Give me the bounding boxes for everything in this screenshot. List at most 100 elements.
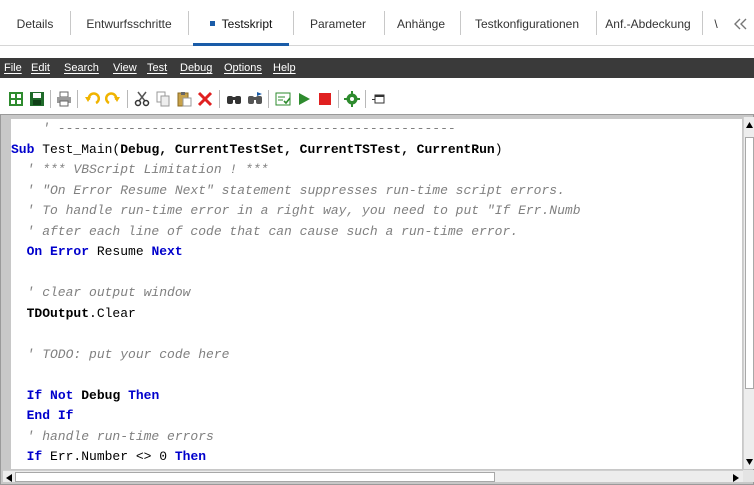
code-line[interactable]: If Err.Number <> 0 Then (11, 447, 742, 468)
code-token: 0 (159, 449, 168, 464)
menu-help[interactable]: Help (273, 58, 296, 78)
toolbar (0, 84, 754, 114)
code-token: Debug (81, 387, 121, 403)
tab-label: Entwurfsschritte (86, 17, 172, 31)
code-line[interactable]: ' handle run-time errors (11, 427, 742, 448)
code-token: Next (151, 244, 183, 259)
window-icon[interactable] (371, 91, 387, 107)
code-token: ' handle run-time errors (11, 428, 214, 444)
chevron-double-icon[interactable] (732, 13, 752, 35)
script-editor: ' --------------------------------------… (0, 114, 754, 485)
syntax-check-icon[interactable] (275, 91, 291, 107)
code-token: ' TODO: put your code here (11, 346, 230, 362)
code-line[interactable]: TDOutput.Print "Run-time error [" & Err.… (11, 468, 742, 470)
code-line[interactable]: ' --------------------------------------… (11, 119, 742, 140)
code-line[interactable]: End If (11, 406, 742, 427)
scroll-right-icon[interactable] (731, 472, 741, 482)
code-token: End If (26, 408, 74, 423)
tab-divider (188, 11, 189, 35)
tab-label: Testkonfigurationen (474, 17, 580, 31)
code-line[interactable]: If Not Debug Then (11, 386, 742, 407)
tab-testkonfigurationen[interactable]: Testkonfigurationen (466, 13, 588, 35)
tab-details[interactable]: Details (8, 13, 62, 35)
code-line[interactable]: Sub Test_Main(Debug, CurrentTestSet, Cur… (11, 140, 742, 161)
find-icon[interactable] (226, 91, 242, 107)
active-tab-underline (193, 43, 289, 46)
menu-debug[interactable]: Debug (180, 58, 212, 78)
scroll-up-icon[interactable] (745, 119, 754, 129)
scroll-left-icon[interactable] (4, 472, 14, 482)
debug-gear-icon[interactable] (344, 91, 360, 107)
paste-icon[interactable] (176, 91, 192, 107)
code-token: Resume (89, 244, 152, 259)
cut-icon[interactable] (134, 91, 150, 107)
delete-icon[interactable] (197, 91, 213, 107)
code-token: ' *** VBScript Limitation ! *** (11, 162, 269, 177)
code-token: ' --------------------------------------… (11, 121, 456, 136)
tab-anf-abdeckung[interactable]: Anf.-Abdeckung (602, 13, 694, 35)
tab-partial[interactable]: \ (708, 13, 724, 35)
code-token: Test_Main( (34, 141, 121, 157)
vertical-scroll-thumb[interactable] (745, 137, 754, 389)
tab-divider (70, 11, 71, 35)
menu-search[interactable]: Search (64, 58, 99, 78)
tab-label: \ (714, 17, 718, 31)
code-token: ' "On Error Resume Next" statement suppr… (11, 182, 565, 198)
code-token: .Clear (89, 305, 136, 321)
tab-divider (384, 11, 385, 35)
vertical-scrollbar[interactable] (743, 117, 754, 469)
code-line[interactable]: ' TODO: put your code here (11, 345, 742, 366)
tab-label: Testskript (221, 17, 273, 31)
horizontal-scrollbar[interactable] (3, 470, 743, 482)
toolbar-divider (50, 90, 51, 108)
code-line[interactable]: ' *** VBScript Limitation ! *** (11, 160, 742, 181)
tab-divider (293, 11, 294, 35)
grid-icon[interactable] (8, 91, 24, 107)
code-line[interactable]: ' "On Error Resume Next" statement suppr… (11, 181, 742, 202)
menu-file[interactable]: File (4, 58, 22, 78)
code-token: Then (128, 387, 160, 403)
copy-icon[interactable] (155, 91, 171, 107)
horizontal-scroll-thumb[interactable] (15, 472, 495, 482)
code-line[interactable]: ' clear output window (11, 283, 742, 304)
scroll-down-icon[interactable] (745, 456, 754, 466)
tab-label: Details (16, 17, 54, 31)
menu-options[interactable]: Options (224, 58, 262, 78)
toolbar-divider (77, 90, 78, 108)
run-icon[interactable] (296, 91, 312, 107)
tab-label: Anhänge (396, 17, 446, 31)
tab-testskript[interactable]: Testskript (194, 13, 288, 35)
code-line[interactable]: TDOutput.Clear (11, 304, 742, 325)
save-icon[interactable] (29, 91, 45, 107)
toolbar-divider (268, 90, 269, 108)
tab-divider (702, 11, 703, 35)
code-token: On Error (26, 244, 90, 259)
tab-entwurfsschritte[interactable]: Entwurfsschritte (78, 13, 180, 35)
code-line[interactable]: ' after each line of code that can cause… (11, 222, 742, 243)
code-area[interactable]: ' --------------------------------------… (11, 119, 742, 469)
tab-anhaenge[interactable]: Anhänge (390, 13, 452, 35)
toolbar-divider (338, 90, 339, 108)
find-next-icon[interactable] (247, 91, 263, 107)
code-token: Then (174, 449, 207, 464)
menu-edit[interactable]: Edit (31, 58, 50, 78)
menu-test[interactable]: Test (147, 58, 167, 78)
code-line[interactable] (11, 324, 742, 345)
tab-parameter[interactable]: Parameter (300, 13, 376, 35)
undo-icon[interactable] (84, 91, 100, 107)
print-icon[interactable] (56, 91, 72, 107)
code-line[interactable] (11, 263, 742, 284)
code-line[interactable] (11, 365, 742, 386)
code-token: TDOutput (26, 305, 90, 321)
tab-strip: Details Entwurfsschritte Testskript Para… (0, 0, 754, 46)
code-line[interactable]: On Error Resume Next (11, 242, 742, 263)
code-token: If Not (26, 387, 74, 403)
redo-icon[interactable] (105, 91, 121, 107)
menu-view[interactable]: View (113, 58, 137, 78)
stop-icon[interactable] (317, 91, 333, 107)
code-line[interactable]: ' To handle run-time error in a right wa… (11, 201, 742, 222)
